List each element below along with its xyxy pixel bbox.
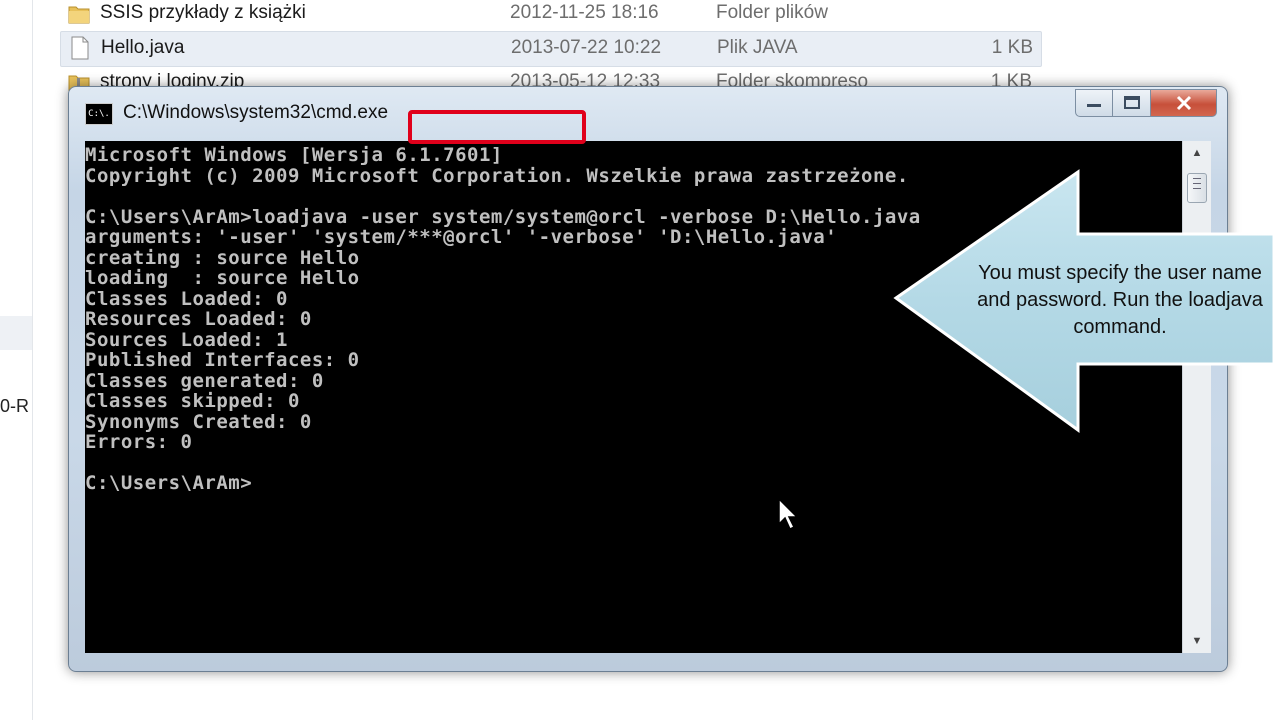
credentials-highlight-box xyxy=(408,110,586,144)
navigation-pane-label: 0-R xyxy=(0,396,30,416)
navigation-pane: 0-R xyxy=(0,0,33,720)
file-type: Folder plików xyxy=(716,2,828,23)
file-date: 2012-11-25 18:16 xyxy=(510,2,659,23)
file-size: 1 KB xyxy=(991,37,1033,58)
file-name: SSIS przykłady z książki xyxy=(100,2,306,23)
minimize-button[interactable] xyxy=(1075,89,1113,117)
scroll-down-arrow-icon[interactable]: ▼ xyxy=(1183,629,1211,653)
maximize-icon xyxy=(1123,96,1140,109)
scroll-up-arrow-icon[interactable]: ▲ xyxy=(1183,141,1211,165)
cmd-app-icon[interactable]: C:\. xyxy=(85,103,113,125)
maximize-button[interactable] xyxy=(1113,89,1151,117)
title-bar[interactable]: C:\. C:\Windows\system32\cmd.exe xyxy=(69,87,1227,139)
file-name: Hello.java xyxy=(101,37,185,58)
close-button[interactable] xyxy=(1151,89,1217,117)
file-type: Plik JAVA xyxy=(717,37,798,58)
folder-icon xyxy=(68,6,90,24)
close-icon xyxy=(1176,95,1191,111)
mouse-cursor-icon xyxy=(778,498,799,531)
callout-text: You must specify the user name and passw… xyxy=(977,262,1263,338)
instruction-callout: You must specify the user name and passw… xyxy=(890,168,1280,434)
file-icon xyxy=(71,36,89,60)
minimize-icon xyxy=(1087,104,1101,107)
file-row[interactable]: SSIS przykłady z książki 2012-11-25 18:1… xyxy=(60,0,1040,31)
file-date: 2013-07-22 10:22 xyxy=(511,37,662,58)
navigation-pane-selected-item[interactable] xyxy=(0,316,32,350)
file-row[interactable]: Hello.java 2013-07-22 10:22 Plik JAVA 1 … xyxy=(60,31,1042,67)
window-controls xyxy=(1075,89,1217,119)
window-title: C:\Windows\system32\cmd.exe xyxy=(123,102,389,123)
